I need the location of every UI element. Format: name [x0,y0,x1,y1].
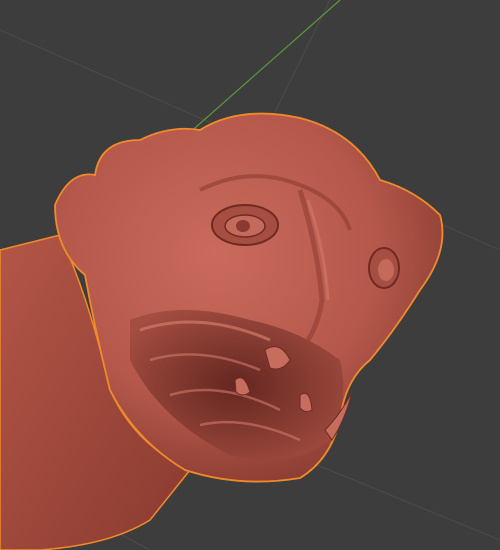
viewport-canvas[interactable] [0,0,500,550]
eye-left [211,204,279,246]
3d-viewport[interactable] [0,0,500,550]
eye-right [368,247,400,289]
